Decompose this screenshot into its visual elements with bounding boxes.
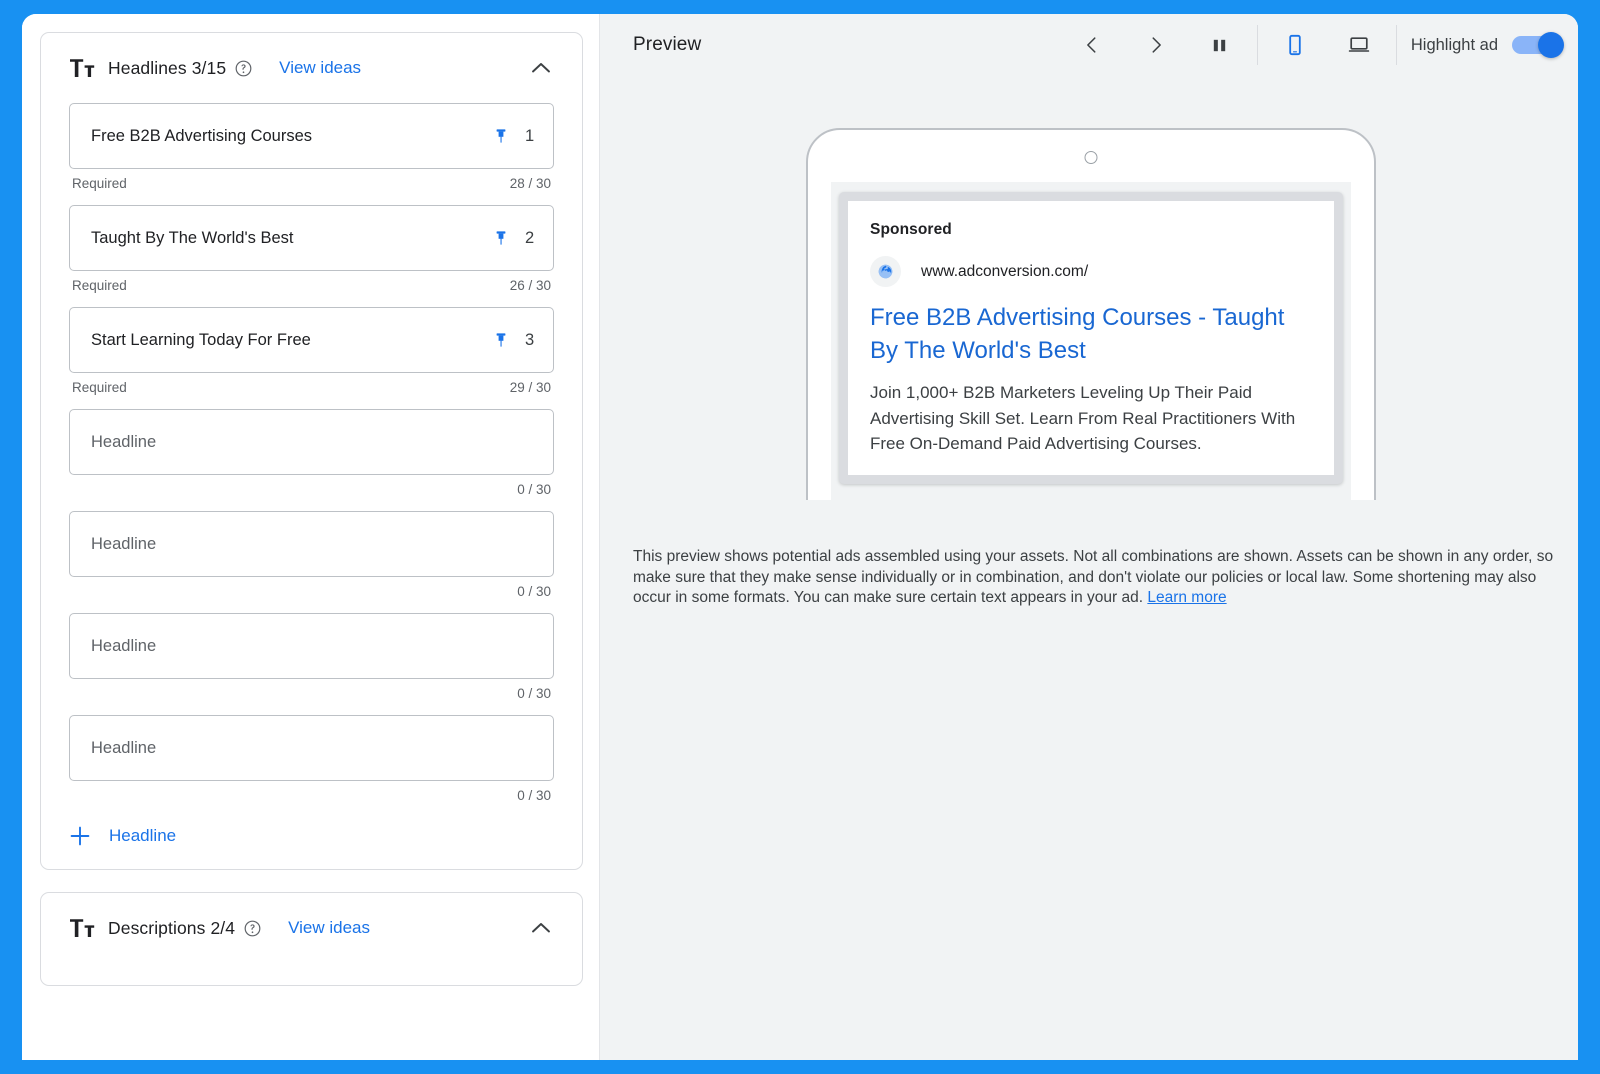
headline-value-3: Start Learning Today For Free: [91, 330, 311, 349]
headline-counter-5: 0 / 30: [517, 584, 551, 599]
preview-title: Preview: [633, 34, 702, 55]
descriptions-title: Descriptions 2/4: [108, 917, 236, 938]
headlines-view-ideas-link[interactable]: View ideas: [279, 58, 361, 78]
split-columns-icon[interactable]: [1197, 22, 1243, 68]
headline-placeholder-5: Headline: [91, 534, 157, 553]
app-window: Headlines 3/15 View ideas Free B2B Adver…: [22, 14, 1578, 1060]
pin-position-2: 2: [525, 228, 535, 247]
add-headline-label: Headline: [109, 826, 177, 845]
pin-icon[interactable]: [492, 229, 510, 247]
learn-more-link[interactable]: Learn more: [1147, 589, 1226, 606]
headline-counter-4: 0 / 30: [517, 482, 551, 497]
pin-icon[interactable]: [492, 331, 510, 349]
headline-input-7[interactable]: Headline: [69, 715, 554, 781]
help-circle-icon[interactable]: [244, 920, 261, 937]
headline-field-row: Headline 0 / 30: [69, 715, 554, 815]
headline-meta-2: Required 26 / 30: [69, 271, 554, 305]
headline-required-3: Required: [72, 380, 127, 395]
headline-meta-7: 0 / 30: [69, 781, 554, 815]
assets-panel: Headlines 3/15 View ideas Free B2B Adver…: [22, 14, 600, 1060]
headlines-card-header: Headlines 3/15 View ideas: [69, 33, 554, 103]
text-format-icon: [69, 57, 95, 79]
headline-meta-6: 0 / 30: [69, 679, 554, 713]
ad-preview-card: Sponsored www.adconversion.com/ Free B2B…: [848, 201, 1334, 475]
text-format-icon: [69, 917, 95, 939]
pin-position-3: 3: [525, 330, 535, 349]
headline-field-row: Taught By The World's Best 2 Required 26…: [69, 205, 554, 305]
headline-input-2[interactable]: Taught By The World's Best 2: [69, 205, 554, 271]
descriptions-card: Descriptions 2/4 View ideas: [40, 892, 583, 986]
mobile-device-icon[interactable]: [1272, 22, 1318, 68]
headline-input-3[interactable]: Start Learning Today For Free 3: [69, 307, 554, 373]
headline-field-row: Start Learning Today For Free 3 Required…: [69, 307, 554, 407]
headline-input-1[interactable]: Free B2B Advertising Courses 1: [69, 103, 554, 169]
headline-input-4[interactable]: Headline: [69, 409, 554, 475]
device-screen: Sponsored www.adconversion.com/ Free B2B…: [831, 182, 1351, 500]
descriptions-card-header: Descriptions 2/4 View ideas: [69, 893, 554, 963]
toolbar-divider: [1395, 25, 1397, 65]
headline-placeholder-6: Headline: [91, 636, 157, 655]
pin-control-3[interactable]: 3: [492, 331, 537, 350]
previous-preview-button[interactable]: [1069, 22, 1115, 68]
help-circle-icon[interactable]: [235, 60, 252, 77]
headline-value-1: Free B2B Advertising Courses: [91, 126, 313, 145]
highlight-ad-toggle[interactable]: [1512, 32, 1564, 58]
plus-icon: [69, 825, 91, 847]
highlight-ad-label: Highlight ad: [1410, 35, 1498, 54]
preview-controls: Highlight ad: [1069, 14, 1564, 76]
preview-disclaimer-text: This preview shows potential ads assembl…: [633, 548, 1554, 606]
headline-field-row: Headline 0 / 30: [69, 613, 554, 713]
headlines-card: Headlines 3/15 View ideas Free B2B Adver…: [40, 32, 583, 870]
headline-counter-3: 29 / 30: [509, 380, 551, 395]
headline-counter-7: 0 / 30: [517, 788, 551, 803]
sponsored-label: Sponsored: [870, 221, 952, 238]
headline-field-row: Headline 0 / 30: [69, 409, 554, 509]
headline-field-row: Headline 0 / 30: [69, 511, 554, 611]
pin-control-2[interactable]: 2: [492, 229, 537, 248]
headline-placeholder-4: Headline: [91, 432, 157, 451]
device-preview-viewport: Sponsored www.adconversion.com/ Free B2B…: [600, 76, 1578, 500]
ad-highlight-frame: Sponsored www.adconversion.com/ Free B2B…: [839, 192, 1343, 484]
toolbar-divider: [1256, 25, 1258, 65]
next-preview-button[interactable]: [1133, 22, 1179, 68]
descriptions-view-ideas-link[interactable]: View ideas: [288, 918, 370, 938]
headline-meta-3: Required 29 / 30: [69, 373, 554, 407]
headline-counter-2: 26 / 30: [509, 278, 551, 293]
camera-dot-icon: [1084, 151, 1098, 164]
toggle-knob: [1538, 32, 1564, 58]
headlines-title: Headlines 3/15: [108, 57, 227, 78]
headline-meta-4: 0 / 30: [69, 475, 554, 509]
chevron-up-icon[interactable]: [528, 55, 554, 81]
headline-required-2: Required: [72, 278, 127, 293]
headline-required-1: Required: [72, 176, 127, 191]
headline-input-5[interactable]: Headline: [69, 511, 554, 577]
ad-description-text: Join 1,000+ B2B Marketers Leveling Up Th…: [870, 383, 1296, 453]
headline-meta-1: Required 28 / 30: [69, 169, 554, 203]
ad-display-url: www.adconversion.com/: [921, 262, 1089, 280]
headline-value-2: Taught By The World's Best: [91, 228, 294, 247]
preview-toolbar: Preview Highlight ad: [600, 14, 1578, 76]
ad-url-row: www.adconversion.com/: [870, 256, 1312, 287]
pin-position-1: 1: [525, 126, 535, 145]
preview-disclaimer: This preview shows potential ads assembl…: [633, 547, 1565, 609]
headline-meta-5: 0 / 30: [69, 577, 554, 611]
globe-icon: [870, 256, 901, 287]
headline-field-row: Free B2B Advertising Courses 1 Required …: [69, 103, 554, 203]
preview-panel: Preview Highlight ad Sponsored www.adcon…: [600, 14, 1578, 1060]
headline-counter-1: 28 / 30: [509, 176, 551, 191]
ad-headline-text[interactable]: Free B2B Advertising Courses - Taught By…: [870, 301, 1312, 367]
headline-input-6[interactable]: Headline: [69, 613, 554, 679]
headline-placeholder-7: Headline: [91, 738, 157, 757]
chevron-up-icon[interactable]: [528, 915, 554, 941]
headline-counter-6: 0 / 30: [517, 686, 551, 701]
mobile-device-mockup: Sponsored www.adconversion.com/ Free B2B…: [806, 128, 1376, 500]
add-headline-button[interactable]: Headline: [69, 825, 554, 847]
pin-icon[interactable]: [492, 127, 510, 145]
desktop-device-icon[interactable]: [1336, 22, 1382, 68]
pin-control-1[interactable]: 1: [492, 127, 537, 146]
